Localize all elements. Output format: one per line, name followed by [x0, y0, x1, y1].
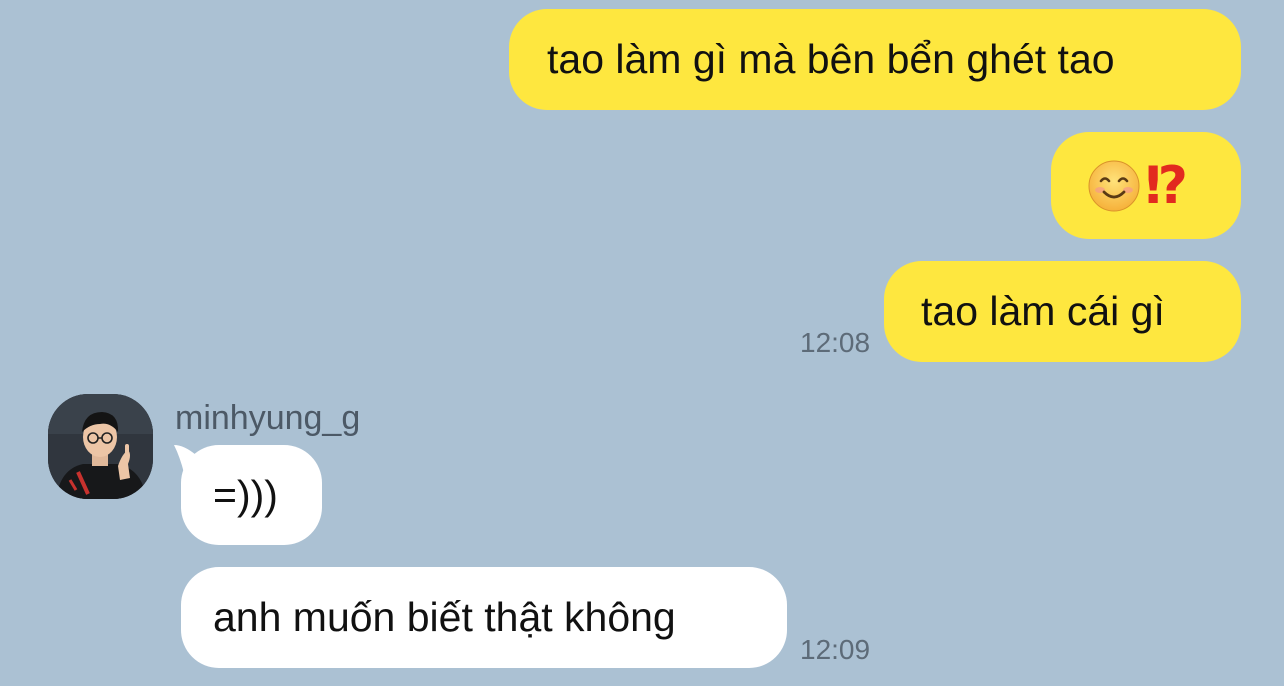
incoming-message-bubble[interactable]: anh muốn biết thật không: [181, 567, 787, 668]
message-text: =))): [213, 471, 278, 518]
message-text: tao làm cái gì: [921, 288, 1165, 334]
outgoing-emoji-bubble[interactable]: ⁉: [1051, 132, 1241, 239]
message-text: tao làm gì mà bên bển ghét tao: [547, 36, 1115, 82]
chat-view: tao làm gì mà bên bển ghét tao ⁉ tao làm…: [0, 0, 1284, 686]
message-timestamp: 12:08: [800, 327, 871, 358]
exclamation-question-icon: ⁉: [1145, 155, 1188, 216]
outgoing-message-bubble[interactable]: tao làm cái gì: [884, 261, 1241, 362]
emoji-message: ⁉: [1087, 155, 1188, 216]
sender-avatar[interactable]: [48, 394, 153, 499]
profile-photo-icon: [48, 394, 153, 499]
smiling-face-emoji-icon: [1088, 160, 1140, 211]
incoming-message-bubble[interactable]: =))): [181, 445, 322, 545]
message-timestamp: 12:09: [800, 634, 871, 665]
sender-name[interactable]: minhyung_g: [175, 399, 360, 438]
outgoing-message-bubble[interactable]: tao làm gì mà bên bển ghét tao: [509, 9, 1241, 110]
message-text: anh muốn biết thật không: [213, 594, 676, 640]
